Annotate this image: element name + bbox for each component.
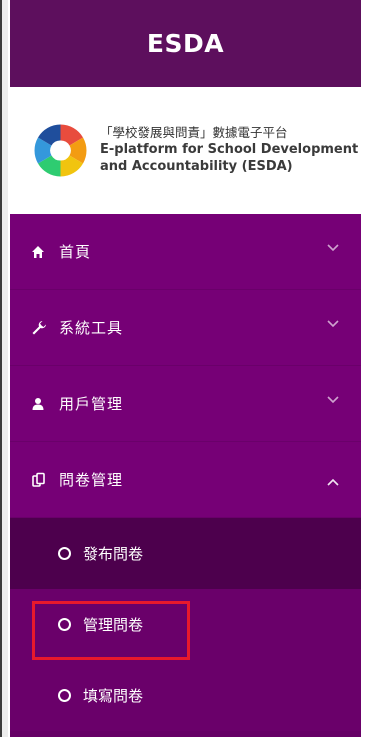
- logo-title-en-line2: and Accountability (ESDA): [100, 158, 293, 174]
- circle-icon: [58, 547, 71, 560]
- window-right-edge: [361, 0, 365, 737]
- submenu-item-label: 填寫問卷: [83, 687, 144, 705]
- esda-logo-banner[interactable]: 「學校發展與問責」數據電子平台 E-platform for School De…: [10, 87, 361, 214]
- submenu-item-publish-survey[interactable]: 發布問卷: [10, 518, 361, 589]
- submenu-item-label: 管理問卷: [83, 616, 144, 634]
- chevron-down-icon: [327, 314, 339, 332]
- sidebar: ESDA 「學校發展與問責」數據電子平台 E-platform for Scho…: [10, 0, 361, 737]
- survey-submenu: 發布問卷 管理問卷 填寫問卷: [10, 518, 361, 731]
- submenu-item-label: 發布問卷: [83, 545, 144, 563]
- menu-item-label: 用戶管理: [59, 395, 124, 413]
- brand-bar[interactable]: ESDA: [10, 0, 361, 87]
- circle-icon: [58, 618, 71, 631]
- menu-item-survey-management[interactable]: 問卷管理: [10, 442, 361, 518]
- menu-item-label: 首頁: [59, 243, 92, 261]
- logo-title-en-line1: E-platform for School Development: [100, 141, 359, 157]
- brand-title: ESDA: [146, 29, 225, 58]
- menu-item-label: 問卷管理: [59, 471, 124, 489]
- logo-title-zh: 「學校發展與問責」數據電子平台: [100, 125, 288, 141]
- chevron-up-icon: [327, 472, 339, 490]
- app-window: ESDA 「學校發展與問責」數據電子平台 E-platform for Scho…: [0, 0, 365, 737]
- menu-item-home[interactable]: 首頁: [10, 214, 361, 290]
- submenu-item-fill-survey[interactable]: 填寫問卷: [10, 660, 361, 731]
- window-edge: [0, 0, 10, 737]
- home-icon: [31, 245, 53, 259]
- chevron-down-icon: [327, 390, 339, 408]
- submenu-item-manage-survey[interactable]: 管理問卷: [10, 589, 361, 660]
- clipboard-icon: [31, 472, 53, 488]
- user-icon: [31, 397, 53, 411]
- chevron-down-icon: [327, 238, 339, 256]
- esda-logo-icon: [34, 124, 87, 177]
- menu-item-user-management[interactable]: 用戶管理: [10, 366, 361, 442]
- menu-item-label: 系統工具: [59, 319, 124, 337]
- circle-icon: [58, 689, 71, 702]
- logo-text: 「學校發展與問責」數據電子平台 E-platform for School De…: [100, 125, 358, 175]
- main-menu: 首頁 系統工具 用戶管理 問卷管理 發布問卷 管理問卷 填寫問卷: [10, 214, 361, 731]
- wrench-icon: [31, 320, 53, 336]
- menu-item-system-tools[interactable]: 系統工具: [10, 290, 361, 366]
